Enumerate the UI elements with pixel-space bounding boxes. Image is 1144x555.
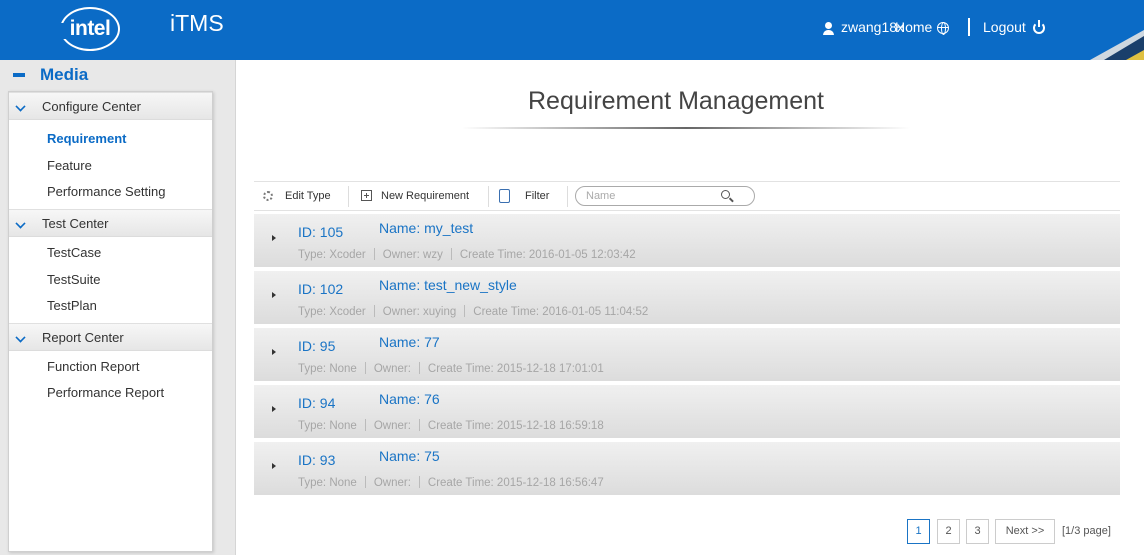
search-icon[interactable] xyxy=(721,190,730,199)
sidebar-item-requirement[interactable]: Requirement xyxy=(47,131,126,146)
menu-panel: Configure Center Requirement Feature Per… xyxy=(8,91,213,552)
expand-caret-icon[interactable] xyxy=(272,406,276,412)
expand-caret-icon[interactable] xyxy=(272,463,276,469)
filter-button[interactable]: Filter xyxy=(525,182,549,210)
requirement-row[interactable]: ID: 94 Name: 76 Type: None Owner: Create T… xyxy=(254,385,1120,439)
filter-icon[interactable] xyxy=(499,189,510,203)
new-requirement-button[interactable]: New Requirement xyxy=(381,182,469,210)
requirement-id: ID: 102 xyxy=(298,281,344,297)
sidebar-item-testcase[interactable]: TestCase xyxy=(47,245,101,260)
section-title: Media xyxy=(40,65,89,84)
toolbar-divider xyxy=(488,186,489,207)
requirement-id: ID: 95 xyxy=(298,338,336,354)
requirement-row[interactable]: ID: 93 Name: 75 Type: None Owner: Create T… xyxy=(254,442,1120,496)
top-header: intel iTMS zwang18x Home Logout xyxy=(0,0,1144,60)
requirement-id: ID: 93 xyxy=(298,452,336,468)
requirement-id: ID: 105 xyxy=(298,224,344,240)
requirement-meta: Type: None Owner: Create Time: 2015-12-18 … xyxy=(298,362,604,375)
chevron-down-icon xyxy=(15,218,26,229)
expand-caret-icon[interactable] xyxy=(272,292,276,298)
gear-icon[interactable] xyxy=(263,191,273,201)
requirement-name[interactable]: Name: 76 xyxy=(379,391,440,407)
toolbar: Edit Type New Requirement Filter xyxy=(254,181,1120,211)
user-icon xyxy=(822,19,836,37)
requirement-meta: Type: Xcoder Owner: wzy Create Time: 2016-… xyxy=(298,248,636,261)
requirement-meta: Type: None Owner: Create Time: 2015-12-18 … xyxy=(298,419,604,432)
requirement-name[interactable]: Name: 75 xyxy=(379,448,440,464)
group-test-center[interactable]: Test Center xyxy=(9,209,212,237)
sidebar-item-performance-setting[interactable]: Performance Setting xyxy=(47,184,166,199)
requirement-name[interactable]: Name: my_test xyxy=(379,220,473,236)
sidebar-item-testplan[interactable]: TestPlan xyxy=(47,298,97,313)
toolbar-divider xyxy=(348,186,349,207)
header-divider xyxy=(968,18,970,36)
requirement-row[interactable]: ID: 95 Name: 77 Type: None Owner: Create T… xyxy=(254,328,1120,382)
page-info: [1/3 page] xyxy=(1062,525,1111,537)
edit-type-button[interactable]: Edit Type xyxy=(285,182,331,210)
sidebar-item-testsuite[interactable]: TestSuite xyxy=(47,272,100,287)
sidebar-item-performance-report[interactable]: Performance Report xyxy=(47,385,164,400)
toolbar-divider xyxy=(567,186,568,207)
requirement-name[interactable]: Name: test_new_style xyxy=(379,277,517,293)
requirement-row[interactable]: ID: 105 Name: my_test Type: Xcoder Owner:… xyxy=(254,214,1120,268)
add-icon[interactable] xyxy=(361,190,372,201)
logout-link[interactable]: Logout xyxy=(983,19,1026,35)
chevron-down-icon xyxy=(15,101,26,112)
chevron-down-icon xyxy=(15,332,26,343)
group-label: Configure Center xyxy=(42,99,141,114)
requirement-row[interactable]: ID: 102 Name: test_new_style Type: Xcode… xyxy=(254,271,1120,325)
search-box[interactable] xyxy=(575,186,755,206)
page-button-1[interactable]: 1 xyxy=(907,519,930,544)
requirement-meta: Type: None Owner: Create Time: 2015-12-18 … xyxy=(298,476,604,489)
expand-caret-icon[interactable] xyxy=(272,349,276,355)
sidebar: Media Configure Center Requirement Featu… xyxy=(0,60,236,555)
globe-icon[interactable] xyxy=(937,22,949,35)
page-button-3[interactable]: 3 xyxy=(966,519,989,544)
title-divider xyxy=(462,127,910,129)
next-page-button[interactable]: Next >> xyxy=(995,519,1055,544)
sidebar-item-function-report[interactable]: Function Report xyxy=(47,359,140,374)
expand-caret-icon[interactable] xyxy=(272,235,276,241)
group-report-center[interactable]: Report Center xyxy=(9,323,212,351)
corner-decoration xyxy=(1090,30,1144,60)
requirement-name[interactable]: Name: 77 xyxy=(379,334,440,350)
collapse-icon[interactable] xyxy=(13,73,25,77)
requirement-id: ID: 94 xyxy=(298,395,336,411)
group-configure-center[interactable]: Configure Center xyxy=(9,92,212,120)
group-label: Test Center xyxy=(42,216,109,231)
page-title: Requirement Management xyxy=(528,87,824,115)
home-link[interactable]: Home xyxy=(895,19,932,35)
group-label: Report Center xyxy=(42,330,124,345)
power-icon[interactable] xyxy=(1033,20,1045,34)
search-input[interactable] xyxy=(586,189,706,203)
requirement-meta: Type: Xcoder Owner: xuying Create Time: 20… xyxy=(298,305,649,318)
page-button-2[interactable]: 2 xyxy=(937,519,960,544)
user-area: zwang18x Home Logout xyxy=(0,18,1144,39)
media-section-header[interactable]: Media xyxy=(0,60,236,90)
sidebar-item-feature[interactable]: Feature xyxy=(47,158,92,173)
